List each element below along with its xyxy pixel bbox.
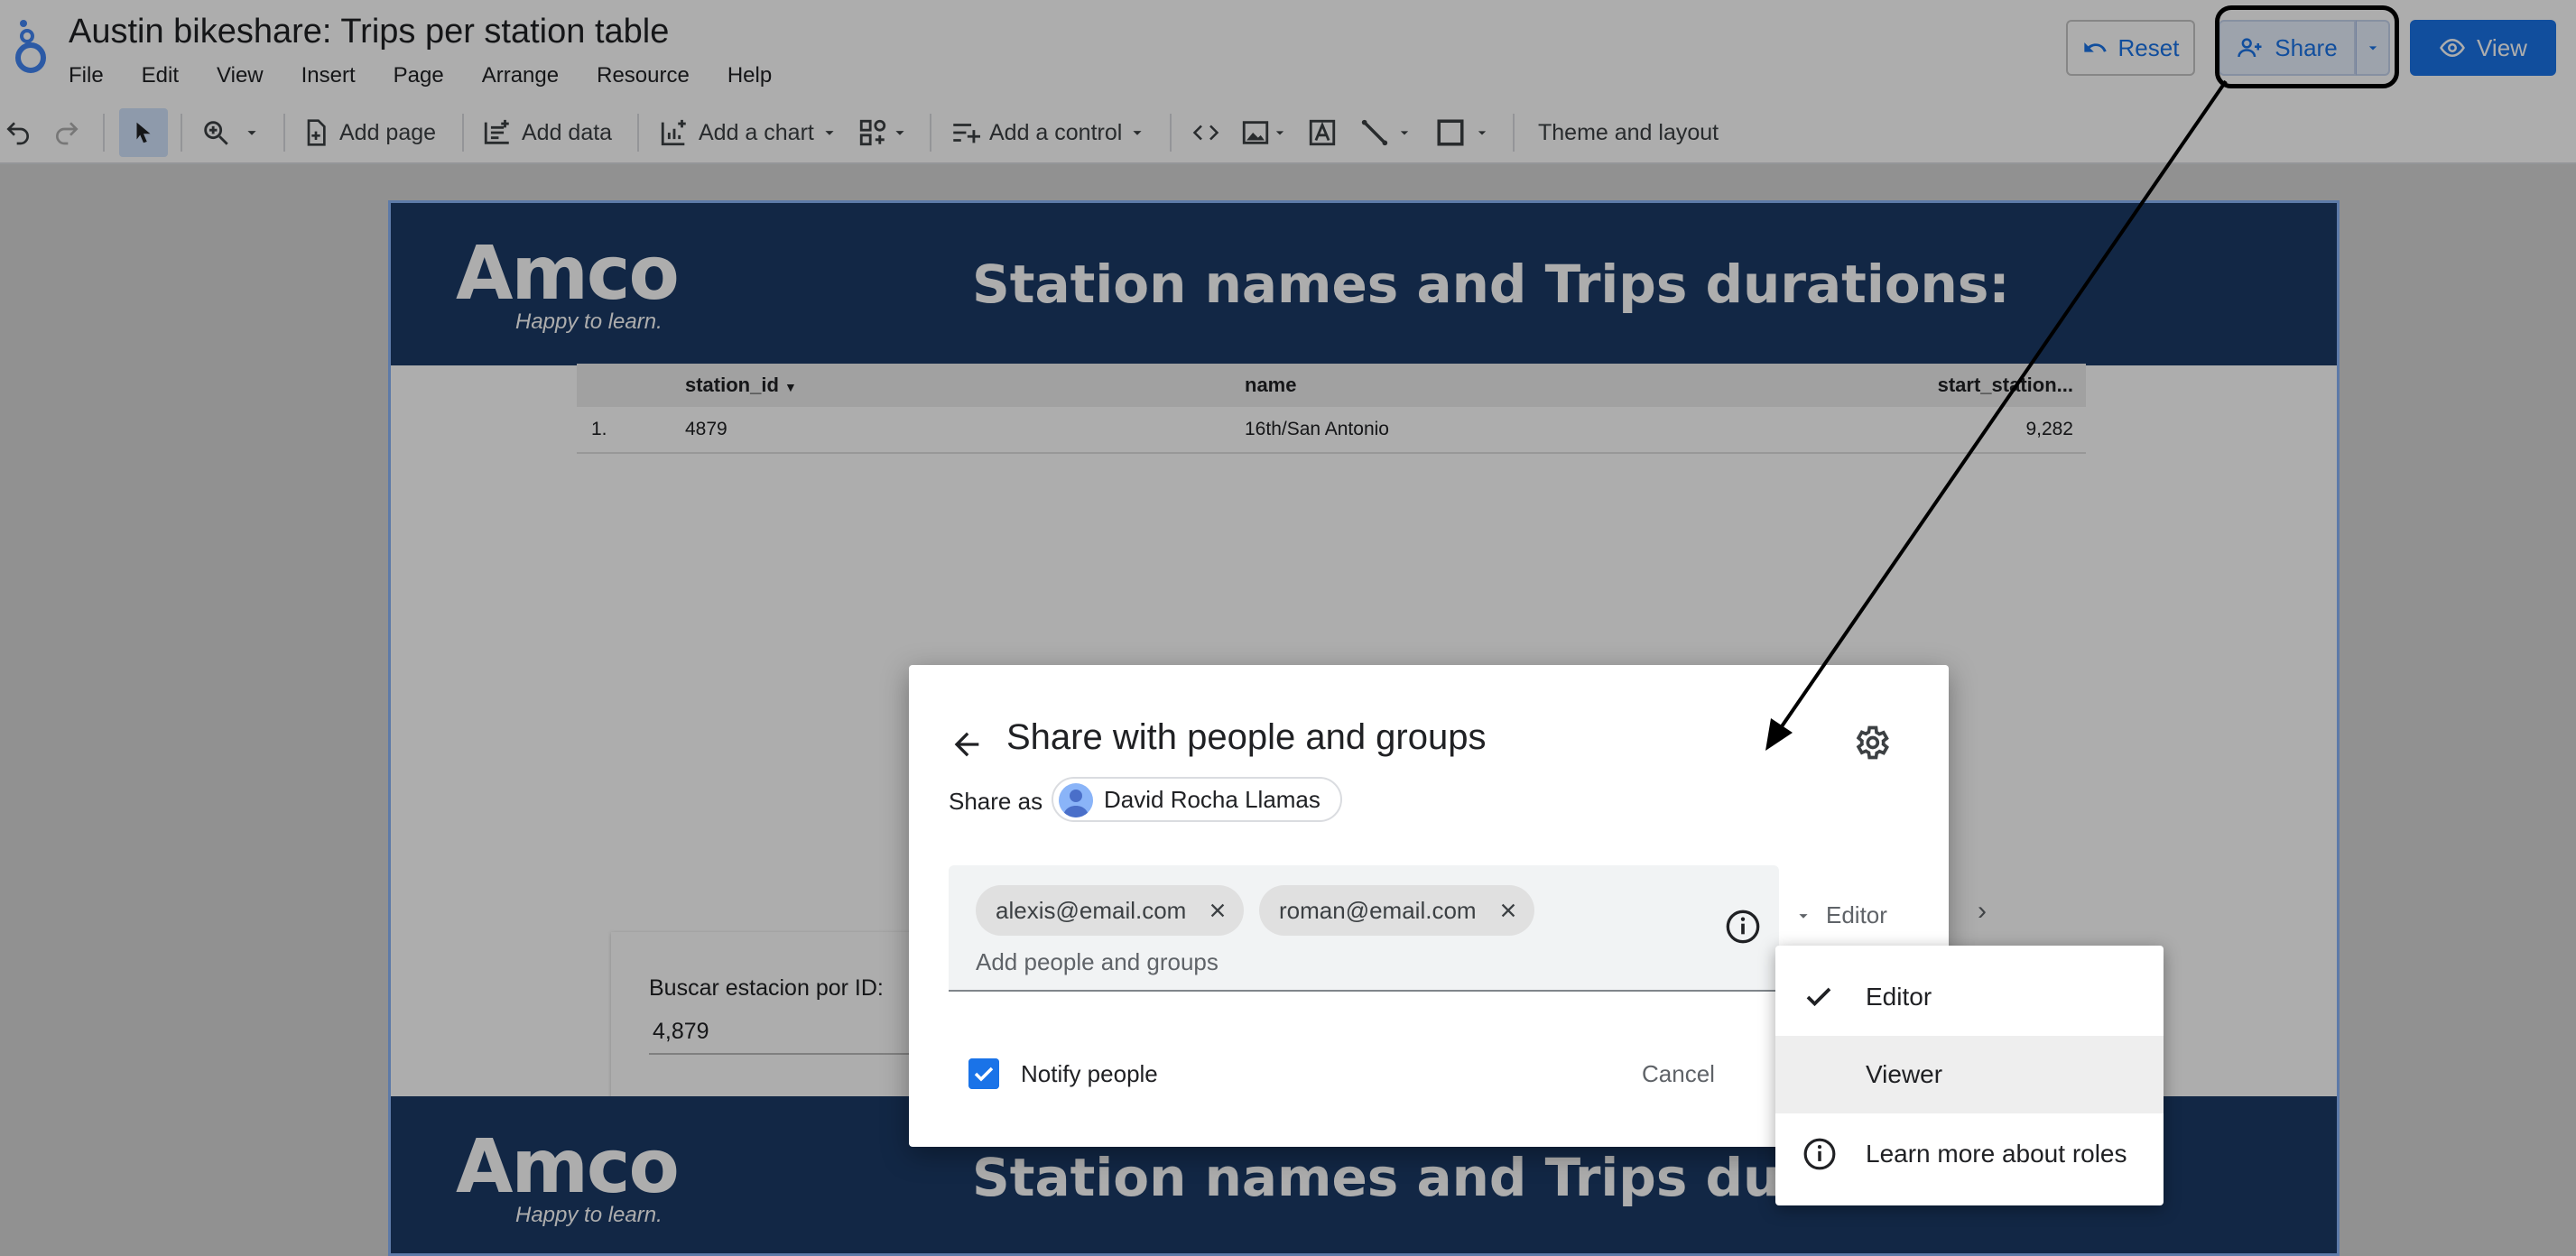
- arrow-back-icon[interactable]: [949, 726, 985, 762]
- share-as-user-name: David Rocha Llamas: [1104, 785, 1320, 813]
- role-option-editor[interactable]: Editor: [1775, 958, 2164, 1036]
- role-option-viewer[interactable]: Viewer: [1775, 1036, 2164, 1113]
- share-as-label: Share as: [949, 788, 1043, 815]
- role-option-label: Editor: [1866, 983, 1932, 1011]
- person-icon: [1063, 790, 1089, 817]
- chip-email: roman@email.com: [1279, 896, 1477, 924]
- check-icon: [1806, 987, 1831, 1007]
- learn-more-label: Learn more about roles: [1866, 1140, 2127, 1168]
- add-people-field[interactable]: alexis@email.com roman@email.com Add peo…: [949, 865, 1779, 992]
- avatar: [1059, 783, 1093, 817]
- recipient-chip[interactable]: roman@email.com: [1259, 885, 1534, 936]
- role-dropdown-menu: Editor Viewer Learn more about roles: [1775, 946, 2164, 1205]
- role-select-value: Editor: [1826, 901, 1887, 928]
- role-option-label: Viewer: [1866, 1060, 1943, 1088]
- add-people-placeholder: Add people and groups: [976, 948, 1219, 975]
- notify-checkbox[interactable]: [968, 1058, 999, 1089]
- close-icon[interactable]: [1498, 900, 1518, 920]
- learn-more-roles-link[interactable]: Learn more about roles: [1775, 1115, 2164, 1193]
- notify-label: Notify people: [1021, 1060, 1158, 1087]
- info-icon: [1803, 1138, 1836, 1170]
- share-as-user-chip[interactable]: David Rocha Llamas: [1052, 777, 1342, 822]
- caret-down-icon: [1799, 913, 1808, 919]
- gear-icon[interactable]: [1851, 723, 1891, 762]
- cancel-button[interactable]: Cancel: [1642, 1060, 1715, 1088]
- info-icon[interactable]: [1725, 909, 1761, 945]
- recipient-chip[interactable]: alexis@email.com: [976, 885, 1245, 936]
- dialog-title: Share with people and groups: [1006, 717, 1487, 757]
- role-select[interactable]: Editor: [1793, 901, 1887, 929]
- chip-email: alexis@email.com: [996, 896, 1187, 924]
- close-icon[interactable]: [1208, 900, 1228, 920]
